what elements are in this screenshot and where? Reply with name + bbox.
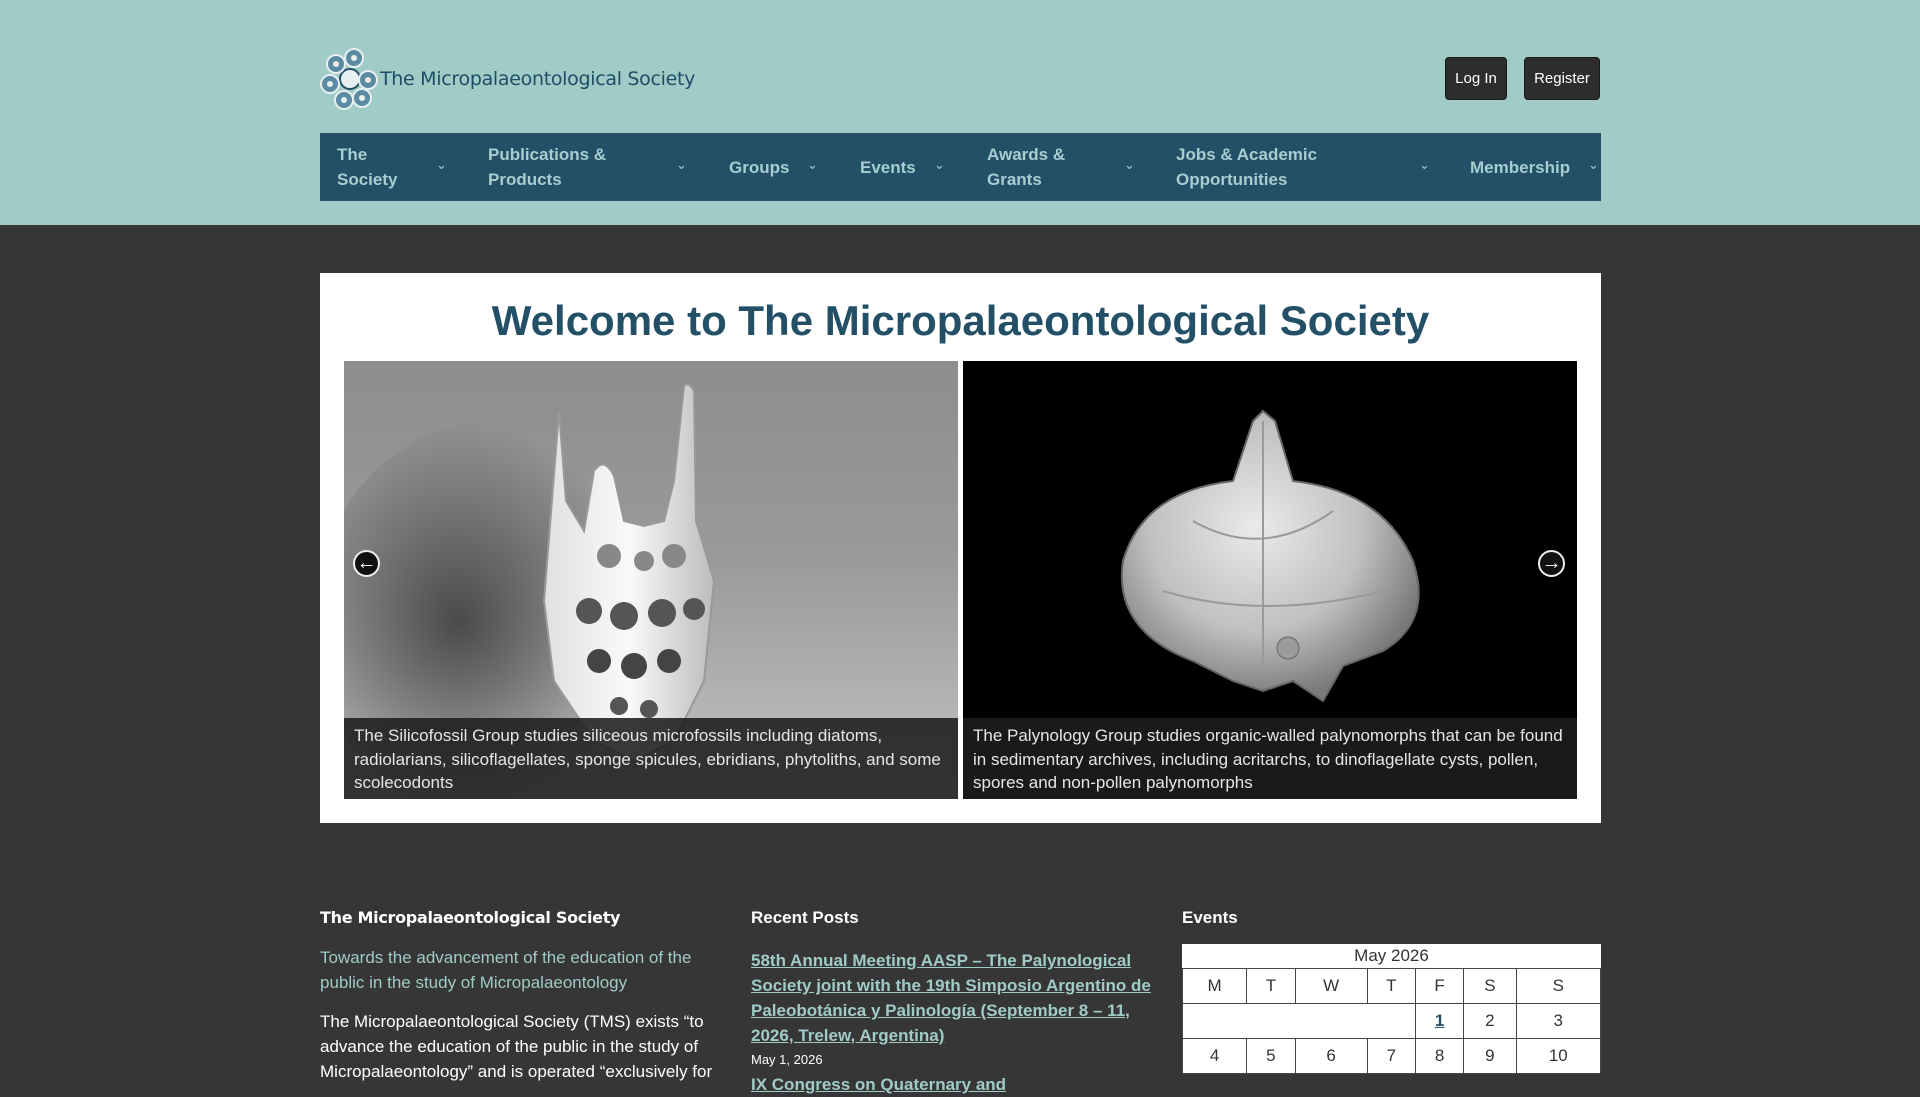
nav-label: Membership: [1470, 157, 1571, 177]
calendar-day: 2: [1463, 1003, 1517, 1039]
footer-tagline: Towards the advancement of the education…: [320, 948, 692, 992]
auth-buttons: Log In Register: [1445, 57, 1600, 100]
chevron-down-icon[interactable]: ⌄: [1124, 157, 1135, 173]
footer-about-text: The Micropalaeontological Society (TMS) …: [320, 1012, 713, 1081]
calendar-month: May 2026: [1182, 944, 1601, 968]
calendar-day[interactable]: 1: [1414, 1003, 1465, 1039]
nav-item-publications[interactable]: Publications & Products: [488, 133, 606, 201]
post-link[interactable]: IX Congress on Quaternary and: [751, 1072, 1161, 1097]
chevron-down-icon[interactable]: ⌄: [1588, 157, 1599, 173]
calendar-day: 5: [1246, 1038, 1296, 1074]
slide-caption: The Silicofossil Group studies siliceous…: [344, 718, 958, 799]
calendar-day: 9: [1463, 1038, 1517, 1074]
main-nav: The Society ⌄ Publications & Products ⌄ Gr…: [320, 133, 1601, 201]
nav-label: Jobs & Academic: [1176, 145, 1318, 164]
register-button[interactable]: Register: [1524, 57, 1600, 100]
site-brand[interactable]: The Micropalaeontological Society: [320, 48, 1601, 110]
login-button[interactable]: Log In: [1445, 57, 1507, 100]
calendar-day: 8: [1414, 1038, 1465, 1074]
calendar-day: 7: [1366, 1038, 1417, 1074]
weekday-header: M: [1181, 968, 1248, 1004]
calendar-day-link[interactable]: 1: [1435, 1011, 1444, 1030]
hero-section: Welcome to The Micropalaeontological Soc…: [320, 273, 1601, 823]
weekday-header: W: [1294, 968, 1368, 1004]
calendar-day: 10: [1515, 1038, 1602, 1074]
weekday-header: T: [1366, 968, 1417, 1004]
chevron-down-icon[interactable]: ⌄: [1419, 157, 1430, 173]
weekday-header: T: [1246, 968, 1296, 1004]
slide-caption: The Palynology Group studies organic-wal…: [963, 718, 1577, 799]
footer-about-title: The Micropalaeontological Society: [320, 908, 621, 927]
arrow-left-icon[interactable]: ←: [353, 550, 380, 577]
chevron-down-icon[interactable]: ⌄: [676, 157, 687, 173]
events-title: Events: [1182, 908, 1238, 927]
nav-label: Opportunities: [1176, 170, 1288, 189]
nav-item-groups[interactable]: Groups: [729, 133, 789, 201]
events-calendar: May 2026 M T W T F S S 1 2 3 4 5 6 7 8 9…: [1181, 944, 1602, 1074]
society-logo-icon: [320, 48, 378, 110]
nav-label: Groups: [729, 157, 790, 177]
carousel-slide-silicofossil[interactable]: The Silicofossil Group studies siliceous…: [344, 361, 958, 799]
nav-item-events[interactable]: Events: [860, 133, 916, 201]
post-link[interactable]: 58th Annual Meeting AASP – The Palynolog…: [751, 948, 1161, 1048]
footer-recent-posts: Recent Posts 58th Annual Meeting AASP – …: [751, 908, 1161, 1097]
nav-label: Society: [337, 170, 398, 189]
calendar-day: 6: [1294, 1038, 1368, 1074]
footer-events: Events May 2026 M T W T F S S 1 2 3 4 5 …: [1181, 908, 1602, 1074]
recent-posts-title: Recent Posts: [751, 908, 859, 927]
weekday-header: S: [1515, 968, 1602, 1004]
carousel-slide-palynology[interactable]: The Palynology Group studies organic-wal…: [963, 361, 1577, 799]
footer-about: The Micropalaeontological Society Toward…: [320, 908, 740, 1084]
site-name[interactable]: The Micropalaeontological Society: [380, 68, 695, 90]
nav-label: Grants: [987, 170, 1042, 189]
nav-label: Publications &: [488, 145, 607, 164]
site-header: The Micropalaeontological Society Log In…: [0, 0, 1920, 225]
nav-label: Awards &: [987, 145, 1066, 164]
chevron-down-icon[interactable]: ⌄: [807, 157, 818, 173]
chevron-down-icon[interactable]: ⌄: [436, 157, 447, 173]
nav-label: The: [337, 145, 368, 164]
weekday-header: S: [1463, 968, 1517, 1004]
calendar-week: 4 5 6 7 8 9 10: [1181, 1038, 1602, 1074]
nav-item-membership[interactable]: Membership: [1470, 133, 1570, 201]
calendar-pad: [1182, 1003, 1416, 1039]
weekday-header: F: [1414, 968, 1465, 1004]
calendar-day: 4: [1181, 1038, 1248, 1074]
nav-item-awards[interactable]: Awards & Grants: [987, 133, 1065, 201]
arrow-right-icon[interactable]: →: [1538, 550, 1565, 577]
calendar-week: 1 2 3: [1182, 1003, 1602, 1039]
calendar-day: 3: [1515, 1003, 1602, 1039]
nav-item-the-society[interactable]: The Society: [337, 133, 397, 201]
chevron-down-icon[interactable]: ⌄: [934, 157, 945, 173]
nav-item-jobs[interactable]: Jobs & Academic Opportunities: [1176, 133, 1317, 201]
page-title: Welcome to The Micropalaeontological Soc…: [491, 297, 1430, 344]
nav-label: Events: [860, 157, 916, 177]
post-date: May 1, 2026: [751, 1052, 823, 1067]
nav-label: Products: [488, 170, 562, 189]
